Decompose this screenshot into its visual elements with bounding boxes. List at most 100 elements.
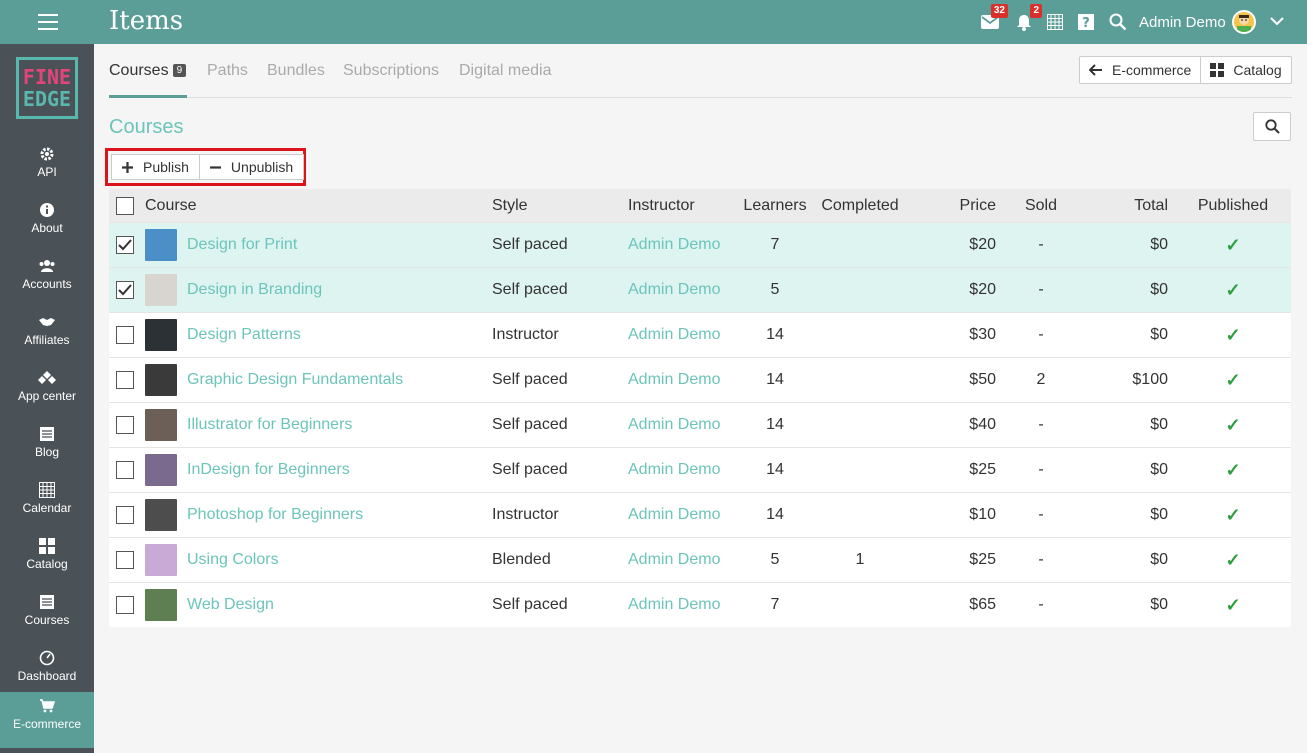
course-title-link[interactable]: Design for Print: [187, 223, 297, 267]
course-title-link[interactable]: Photoshop for Beginners: [187, 493, 363, 537]
sold-count: -: [1038, 506, 1044, 523]
table-row[interactable]: Photoshop for Beginners Instructor Admin D…: [109, 492, 1291, 537]
learners-count: 14: [766, 416, 784, 433]
column-header-price[interactable]: Price: [939, 189, 996, 222]
sidebar-item-about[interactable]: About: [0, 196, 94, 252]
sidebar-item-accounts[interactable]: Accounts: [0, 252, 94, 308]
row-checkbox[interactable]: [116, 371, 134, 389]
table-row[interactable]: Graphic Design Fundamentals Self paced Adm…: [109, 357, 1291, 402]
total-amount: $0: [1150, 326, 1168, 343]
instructor-link[interactable]: Admin Demo: [628, 268, 720, 312]
column-header-sold[interactable]: Sold: [1011, 189, 1071, 222]
instructor-link[interactable]: Admin Demo: [628, 583, 720, 627]
course-thumbnail[interactable]: [145, 544, 177, 576]
row-checkbox[interactable]: [116, 596, 134, 614]
course-title-link[interactable]: Design in Branding: [187, 268, 322, 312]
minus-icon: [209, 165, 221, 169]
sidebar-item-affiliates[interactable]: Affiliates: [0, 308, 94, 364]
published-check-icon: ✓: [1225, 549, 1241, 570]
row-checkbox[interactable]: [116, 416, 134, 434]
learners-count: 14: [766, 371, 784, 388]
table-row[interactable]: Design Patterns Instructor Admin Demo 14 $30…: [109, 312, 1291, 357]
instructor-link[interactable]: Admin Demo: [628, 493, 720, 537]
notifications-button[interactable]: 2: [1014, 4, 1042, 32]
catalog-button[interactable]: Catalog: [1200, 57, 1290, 83]
chevron-down-icon[interactable]: [1270, 14, 1284, 28]
instructor-link[interactable]: Admin Demo: [628, 403, 720, 447]
blog-list-icon: [40, 427, 54, 441]
course-style: Self paced: [492, 236, 568, 253]
course-title-link[interactable]: Using Colors: [187, 538, 279, 582]
instructor-link[interactable]: Admin Demo: [628, 358, 720, 402]
sidebar-item-catalog[interactable]: Catalog: [0, 532, 94, 588]
row-checkbox[interactable]: [116, 551, 134, 569]
column-header-completed[interactable]: Completed: [815, 189, 905, 222]
logo[interactable]: FINE EDGE: [16, 57, 78, 119]
table-search-button[interactable]: [1253, 112, 1291, 141]
search-icon: [1264, 119, 1280, 134]
hamburger-menu-icon[interactable]: [38, 14, 58, 30]
row-checkbox[interactable]: [116, 326, 134, 344]
learners-count: 7: [770, 596, 780, 613]
column-header-published[interactable]: Published: [1193, 189, 1273, 222]
row-checkbox[interactable]: [116, 506, 134, 524]
row-checkbox[interactable]: [116, 281, 134, 299]
column-header-learners[interactable]: Learners: [735, 189, 815, 222]
tab-subscriptions[interactable]: Subscriptions: [343, 62, 439, 80]
avatar[interactable]: [1232, 10, 1256, 34]
column-header-style[interactable]: Style: [492, 189, 528, 222]
table-row[interactable]: InDesign for Beginners Self paced Admin De…: [109, 447, 1291, 492]
course-thumbnail[interactable]: [145, 409, 177, 441]
messages-button[interactable]: 32: [980, 4, 1008, 32]
search-button[interactable]: [1108, 12, 1128, 32]
instructor-link[interactable]: Admin Demo: [628, 448, 720, 492]
course-thumbnail[interactable]: [145, 229, 177, 261]
sidebar-item-courses[interactable]: Courses: [0, 588, 94, 644]
course-thumbnail[interactable]: [145, 454, 177, 486]
tab-digital-media[interactable]: Digital media: [459, 62, 551, 80]
course-thumbnail[interactable]: [145, 499, 177, 531]
sidebar-item-calendar[interactable]: Calendar: [0, 476, 94, 532]
course-thumbnail[interactable]: [145, 589, 177, 621]
instructor-link[interactable]: Admin Demo: [628, 538, 720, 582]
sidebar-item-app-center[interactable]: App center: [0, 364, 94, 420]
diamond-icon: [38, 371, 56, 384]
table-row[interactable]: Design for Print Self paced Admin Demo 7 $20…: [109, 222, 1291, 267]
user-name[interactable]: Admin Demo: [1139, 14, 1226, 31]
publish-button[interactable]: Publish: [112, 155, 199, 179]
help-button[interactable]: ?: [1076, 12, 1096, 32]
course-thumbnail[interactable]: [145, 274, 177, 306]
e-commerce-button[interactable]: E-commerce: [1080, 57, 1200, 83]
course-title-link[interactable]: Graphic Design Fundamentals: [187, 358, 403, 402]
course-title-link[interactable]: Design Patterns: [187, 313, 301, 357]
table-row[interactable]: Design in Branding Self paced Admin Demo 5 $…: [109, 267, 1291, 312]
calendar-button[interactable]: [1045, 12, 1065, 32]
select-all-checkbox[interactable]: [116, 196, 134, 215]
course-title-link[interactable]: Illustrator for Beginners: [187, 403, 352, 447]
table-row[interactable]: Web Design Self paced Admin Demo 7 $65 - $0 ✓: [109, 582, 1291, 627]
course-title-link[interactable]: InDesign for Beginners: [187, 448, 350, 492]
sidebar-item-api[interactable]: API: [0, 140, 94, 196]
sidebar-item-e-commerce[interactable]: E-commerce: [0, 692, 94, 748]
published-check-icon: ✓: [1225, 414, 1241, 435]
table-row[interactable]: Illustrator for Beginners Self paced Admin…: [109, 402, 1291, 447]
course-thumbnail[interactable]: [145, 364, 177, 396]
published-check-icon: ✓: [1225, 504, 1241, 525]
row-checkbox[interactable]: [116, 461, 134, 479]
column-header-instructor[interactable]: Instructor: [628, 189, 695, 222]
course-thumbnail[interactable]: [145, 319, 177, 351]
users-icon: [39, 260, 55, 272]
course-title-link[interactable]: Web Design: [187, 583, 274, 627]
tab-paths[interactable]: Paths: [207, 62, 248, 80]
column-header-course[interactable]: Course: [145, 189, 197, 222]
tab-bundles[interactable]: Bundles: [267, 62, 325, 80]
tab-courses[interactable]: Courses 9: [109, 62, 187, 80]
course-price: $25: [969, 461, 996, 478]
instructor-link[interactable]: Admin Demo: [628, 313, 720, 357]
column-header-total[interactable]: Total: [1099, 189, 1168, 222]
row-checkbox[interactable]: [116, 236, 134, 254]
unpublish-button[interactable]: Unpublish: [198, 155, 303, 179]
instructor-link[interactable]: Admin Demo: [628, 223, 720, 267]
sidebar-item-blog[interactable]: Blog: [0, 420, 94, 476]
table-row[interactable]: Using Colors Blended Admin Demo 5 1 $25 - $0 ✓: [109, 537, 1291, 582]
